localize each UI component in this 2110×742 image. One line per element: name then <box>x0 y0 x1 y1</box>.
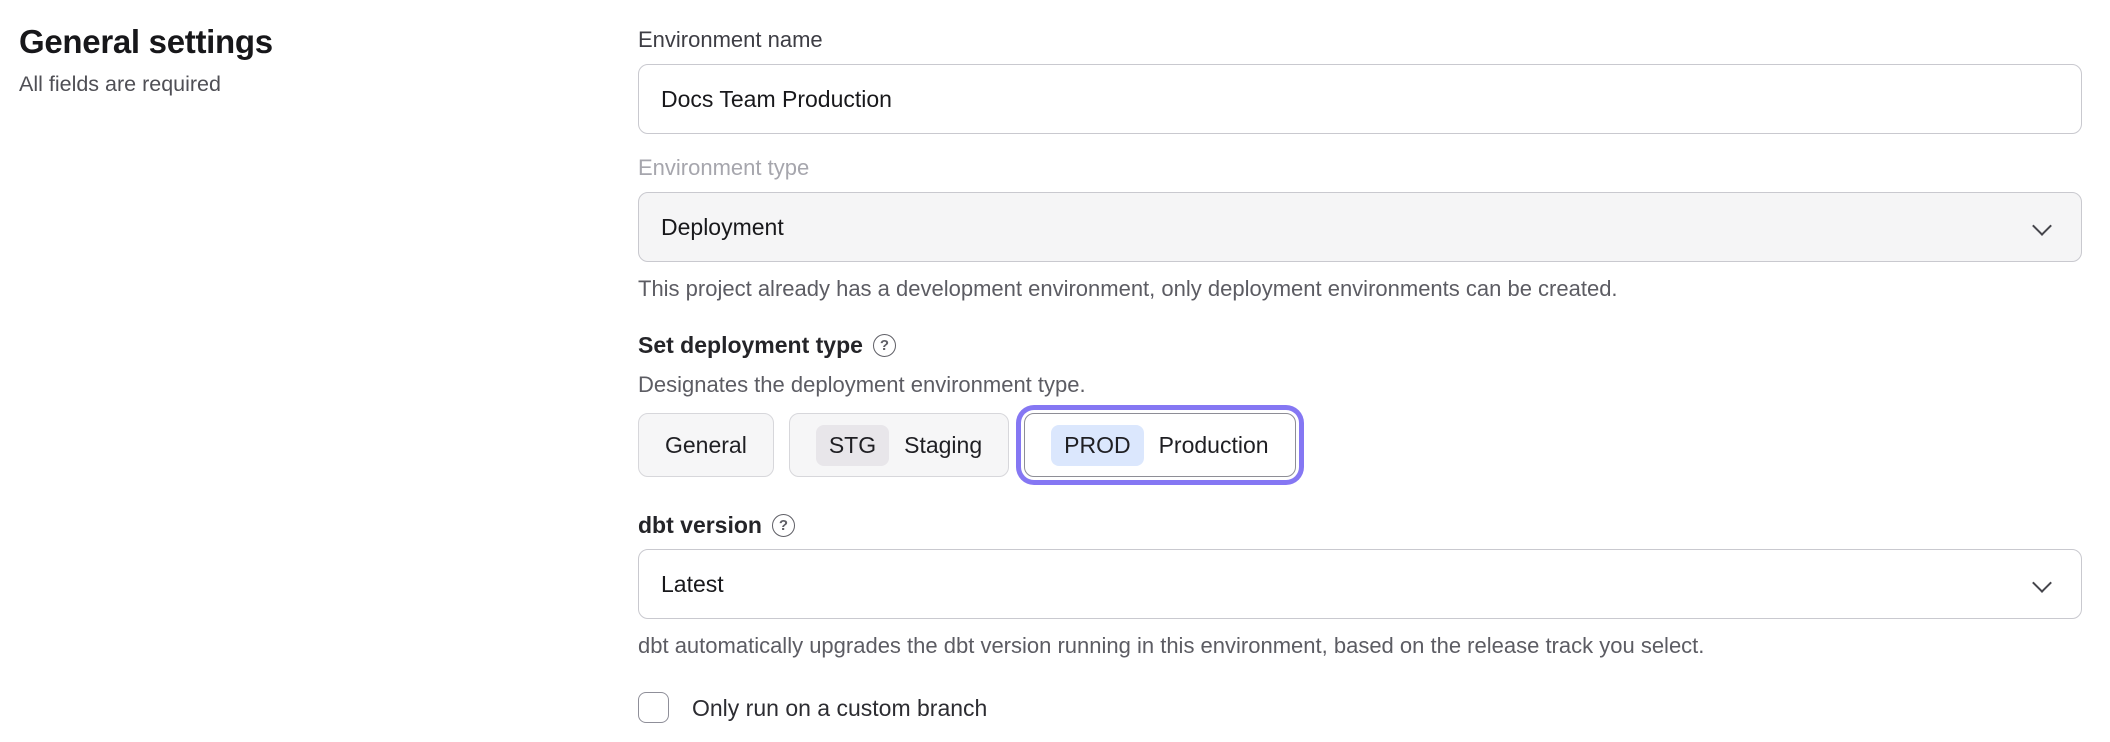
page-subtitle: All fields are required <box>19 72 449 97</box>
dbt-version-title: dbt version <box>638 511 762 539</box>
page-title: General settings <box>19 22 449 62</box>
help-circle-icon[interactable]: ? <box>873 334 896 357</box>
environment-type-label: Environment type <box>638 154 2082 182</box>
environment-type-value: Deployment <box>661 214 784 241</box>
deployment-type-staging-label: Staging <box>904 432 982 459</box>
chevron-down-icon <box>2032 216 2052 236</box>
custom-branch-row[interactable]: Only run on a custom branch <box>638 692 2082 723</box>
deployment-type-production-button[interactable]: PROD Production <box>1024 413 1295 477</box>
environment-type-helper: This project already has a development e… <box>638 275 2082 303</box>
general-settings-form: Environment name Environment type Deploy… <box>638 26 2082 723</box>
chevron-down-icon <box>2032 573 2052 593</box>
dbt-version-header: dbt version ? <box>638 511 2082 539</box>
staging-badge: STG <box>816 425 889 466</box>
deployment-type-description: Designates the deployment environment ty… <box>638 371 2082 399</box>
dbt-version-helper: dbt automatically upgrades the dbt versi… <box>638 632 2082 660</box>
environment-type-select: Deployment <box>638 192 2082 262</box>
environment-name-input[interactable] <box>638 64 2082 134</box>
settings-header: General settings All fields are required <box>19 22 449 97</box>
deployment-type-header: Set deployment type ? <box>638 331 2082 359</box>
deployment-type-staging-button[interactable]: STG Staging <box>789 413 1009 477</box>
custom-branch-label: Only run on a custom branch <box>692 693 987 723</box>
help-circle-icon[interactable]: ? <box>772 514 795 537</box>
deployment-type-general-button[interactable]: General <box>638 413 774 477</box>
dbt-version-select[interactable]: Latest <box>638 549 2082 619</box>
environment-name-label: Environment name <box>638 26 2082 54</box>
custom-branch-checkbox[interactable] <box>638 692 669 723</box>
deployment-type-options: General STG Staging PROD Production <box>638 413 2082 477</box>
deployment-type-production-label: Production <box>1159 432 1269 459</box>
production-badge: PROD <box>1051 425 1143 466</box>
deployment-type-title: Set deployment type <box>638 331 863 359</box>
dbt-version-value: Latest <box>661 571 724 598</box>
deployment-type-general-label: General <box>665 432 747 459</box>
